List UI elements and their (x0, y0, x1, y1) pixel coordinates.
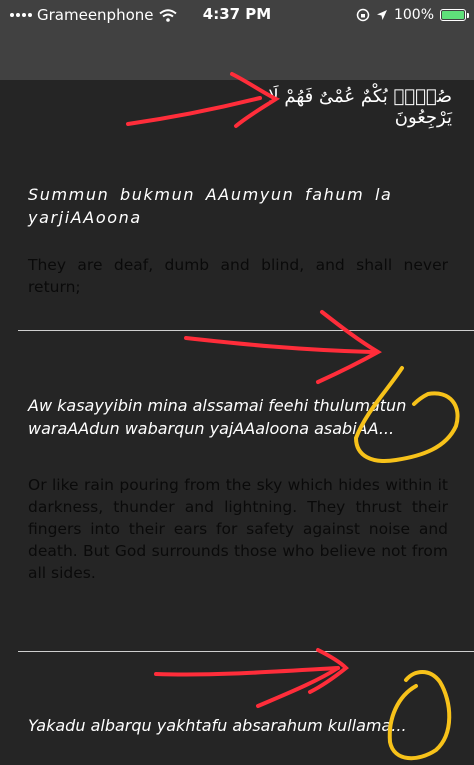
verse-2-translation[interactable]: Or like rain pouring from the sky which … (28, 474, 448, 584)
annotation-red-arrowhead (308, 648, 349, 694)
location-arrow-icon (376, 10, 387, 20)
verse-divider (18, 330, 474, 331)
battery-percent: 100% (393, 7, 434, 23)
verse-3-transliteration[interactable]: Yakadu albarqu yakhtafu absarahum kullam… (28, 714, 448, 737)
verse-2-transliteration[interactable]: Aw kasayyibin mina alssamai feehi thulum… (28, 394, 448, 440)
status-bar: Grameenphone 4:37 PM 100% (0, 0, 474, 80)
verse-divider (18, 651, 474, 652)
verse-1-arabic: صُمٌّۢ بُكْمٌ عُمْىٌ فَهُمْ لَا يَرْجِعُ… (268, 86, 452, 128)
annotation-red-arrow (154, 666, 340, 677)
battery-icon (440, 9, 469, 21)
annotation-red-arrow (256, 666, 340, 708)
annotation-red-arrowhead (316, 310, 382, 384)
verse-1-translation[interactable]: They are deaf, dumb and blind, and shall… (28, 254, 448, 298)
status-right: 100% (356, 6, 469, 24)
verse-1-transliteration[interactable]: Summun bukmun AAumyun fahum la yarjiAAoo… (28, 183, 448, 229)
battery-fill (442, 11, 464, 19)
rotation-lock-icon (356, 8, 370, 22)
annotation-red-arrow (184, 336, 374, 354)
